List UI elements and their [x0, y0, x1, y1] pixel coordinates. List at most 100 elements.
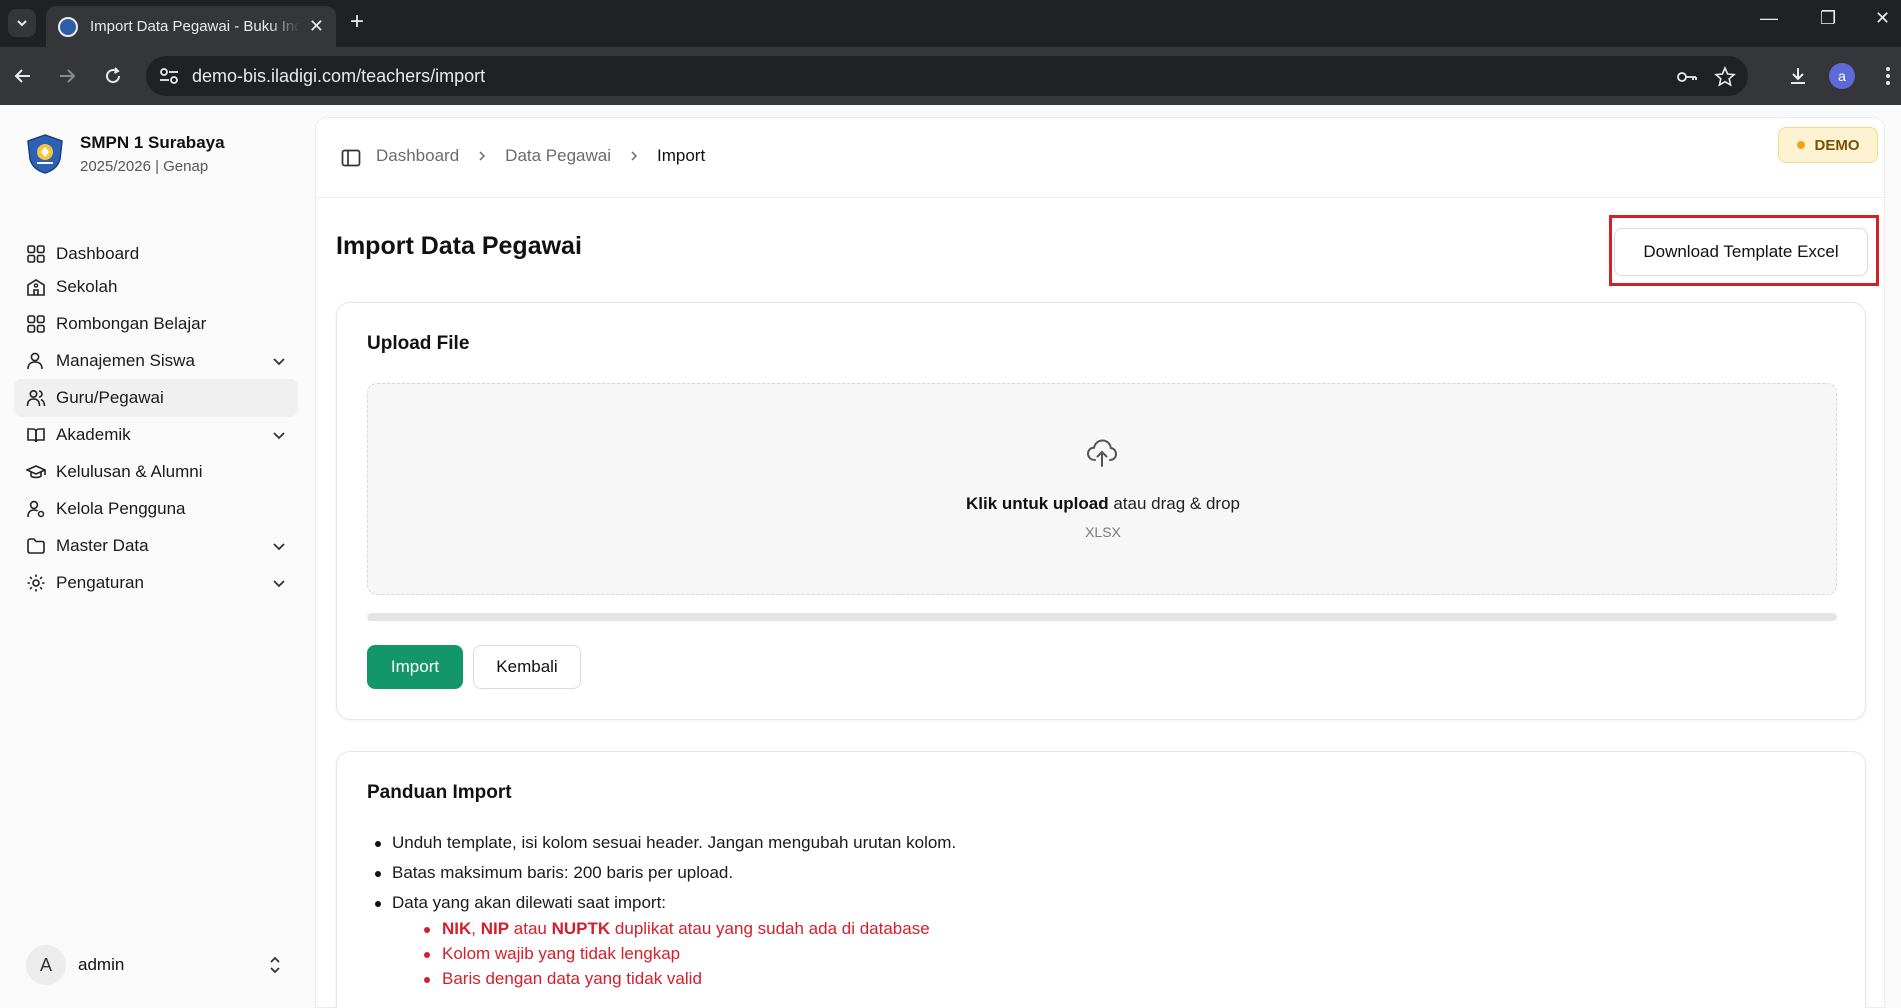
sidebar-item-pengaturan[interactable]: Pengaturan — [14, 564, 298, 602]
user-cog-icon — [27, 500, 45, 518]
upload-format-hint: XLSX — [1085, 524, 1121, 540]
bookmark-star-icon[interactable] — [1714, 66, 1736, 88]
sidebar-item-kelola-pengguna[interactable]: Kelola Pengguna — [14, 490, 298, 528]
list-item-text: Data yang akan dilewati saat import: — [392, 893, 667, 912]
separator-text: atau — [509, 919, 552, 938]
more-vertical-icon[interactable] — [1875, 63, 1901, 89]
chevron-down-icon — [17, 20, 27, 27]
upload-card-title: Upload File — [367, 333, 470, 354]
guide-list: Unduh template, isi kolom sesuai header.… — [367, 832, 1767, 993]
import-button[interactable]: Import — [367, 645, 463, 689]
sidebar-item-label: Master Data — [56, 536, 149, 555]
page-title: Import Data Pegawai — [336, 232, 582, 260]
school-header[interactable]: SMPN 1 Surabaya 2025/2026 | Genap — [24, 133, 225, 175]
avatar: A — [26, 945, 66, 985]
upload-instruction: Klik untuk upload atau drag & drop — [368, 494, 1838, 514]
cloud-upload-icon — [1086, 439, 1118, 467]
sidebar-item-manajemen-siswa[interactable]: Manajemen Siswa — [14, 342, 298, 380]
sidebar-item-kelulusan-alumni[interactable]: Kelulusan & Alumni — [14, 453, 298, 491]
chevron-down-icon — [273, 543, 285, 551]
upload-drag-text: atau drag & drop — [1108, 494, 1240, 513]
breadcrumb-dashboard[interactable]: Dashboard — [376, 146, 459, 166]
chevron-right-icon — [631, 151, 638, 161]
graduation-cap-icon — [26, 465, 46, 479]
browser-toolbar: demo-bis.iladigi.com/teachers/import a — [0, 47, 1901, 105]
sidebar-item-label: Pengaturan — [56, 573, 144, 592]
demo-badge: DEMO — [1778, 127, 1878, 163]
sidebar-item-guru-pegawai[interactable]: Guru/Pegawai — [14, 379, 298, 417]
grid-icon — [27, 245, 45, 263]
sidebar-item-label: Dashboard — [56, 244, 140, 263]
book-open-icon — [27, 428, 45, 443]
main-content: Dashboard Data Pegawai Import DEMO Impor… — [315, 117, 1886, 1008]
users-icon — [26, 389, 46, 407]
restore-icon[interactable]: ❐ — [1820, 8, 1836, 29]
tab-title: Import Data Pegawai - Buku Induk — [90, 18, 300, 35]
school-building-icon — [27, 279, 45, 296]
rule-text: duplikat atau yang sudah ada di database — [610, 919, 930, 938]
sidebar-item-rombongan-belajar[interactable]: Rombongan Belajar — [14, 305, 298, 343]
list-item: Unduh template, isi kolom sesuai header.… — [367, 832, 1767, 862]
sidebar: SMPN 1 Surabaya 2025/2026 | Genap Dashbo… — [0, 105, 315, 1008]
upload-progress-bar — [367, 613, 1837, 621]
sidebar-item-label: Sekolah — [56, 277, 118, 296]
guide-card: Panduan Import Unduh template, isi kolom… — [336, 751, 1866, 1008]
status-dot-icon — [1796, 141, 1805, 149]
sidebar-item-master-data[interactable]: Master Data — [14, 527, 298, 565]
school-logo-icon — [27, 134, 63, 174]
breadcrumb-import: Import — [657, 146, 706, 165]
chevron-down-icon — [273, 432, 285, 440]
separator-text: , — [471, 919, 481, 938]
user-name: admin — [78, 955, 125, 974]
chevron-down-icon — [273, 580, 285, 588]
sidebar-item-akademik[interactable]: Akademik — [14, 416, 298, 454]
gear-icon — [27, 574, 45, 592]
field-nuptk: NUPTK — [551, 919, 611, 938]
list-item: Batas maksimum baris: 200 baris per uplo… — [367, 862, 1767, 892]
sidebar-item-label: Kelulusan & Alumni — [56, 462, 203, 481]
breadcrumb-data-pegawai[interactable]: Data Pegawai — [505, 146, 611, 166]
field-nik: NIK — [442, 919, 472, 938]
folder-icon — [27, 538, 45, 554]
back-button[interactable]: Kembali — [473, 645, 581, 689]
address-bar[interactable]: demo-bis.iladigi.com/teachers/import — [146, 56, 1748, 96]
site-info-icon[interactable] — [158, 66, 180, 86]
close-window-icon[interactable]: ✕ — [1875, 8, 1890, 29]
chevron-up-down-icon — [270, 956, 280, 974]
sidebar-toggle-icon[interactable] — [340, 147, 362, 169]
favicon-icon — [58, 16, 78, 37]
forward-icon[interactable] — [54, 63, 80, 89]
key-icon[interactable] — [1676, 66, 1698, 88]
sidebar-item-sekolah[interactable]: Sekolah — [14, 268, 298, 306]
sidebar-item-label: Guru/Pegawai — [56, 388, 164, 407]
reload-icon[interactable] — [100, 63, 126, 89]
file-dropzone[interactable]: Klik untuk upload atau drag & drop XLSX — [367, 383, 1837, 595]
top-bar: Dashboard Data Pegawai Import DEMO — [316, 118, 1886, 198]
browser-tab-bar: Import Data Pegawai - Buku Induk ✕ + — ❐… — [0, 0, 1901, 47]
download-icon[interactable] — [1785, 63, 1811, 89]
list-item: Data yang akan dilewati saat import: NIK… — [367, 892, 1767, 993]
school-name: SMPN 1 Surabaya — [80, 133, 225, 152]
back-icon[interactable] — [10, 63, 36, 89]
browser-tab-active[interactable]: Import Data Pegawai - Buku Induk ✕ — [46, 6, 336, 47]
download-template-button[interactable]: Download Template Excel — [1614, 228, 1868, 276]
close-tab-icon[interactable]: ✕ — [309, 16, 324, 37]
skip-rules-list: NIK, NIP atau NUPTK duplikat atau yang s… — [392, 918, 1767, 993]
minimize-icon[interactable]: — — [1760, 8, 1778, 29]
sidebar-item-label: Rombongan Belajar — [56, 314, 207, 333]
chevron-down-icon — [273, 358, 285, 366]
field-nip: NIP — [480, 919, 510, 938]
new-tab-icon[interactable]: + — [350, 10, 364, 34]
list-item: Baris dengan data yang tidak valid — [392, 968, 1767, 993]
demo-badge-label: DEMO — [1814, 136, 1860, 154]
sidebar-item-label: Kelola Pengguna — [56, 499, 186, 518]
user-menu[interactable]: A admin — [26, 943, 288, 987]
school-year: 2025/2026 | Genap — [80, 158, 209, 175]
grid-icon — [27, 315, 45, 333]
app-root: SMPN 1 Surabaya 2025/2026 | Genap Dashbo… — [0, 105, 1901, 1008]
profile-avatar[interactable]: a — [1829, 63, 1855, 89]
guide-card-title: Panduan Import — [367, 782, 512, 803]
tab-search-button[interactable] — [8, 9, 36, 37]
upload-card: Upload File Klik untuk upload atau drag … — [336, 302, 1866, 720]
breadcrumb: Dashboard Data Pegawai Import — [376, 146, 705, 166]
